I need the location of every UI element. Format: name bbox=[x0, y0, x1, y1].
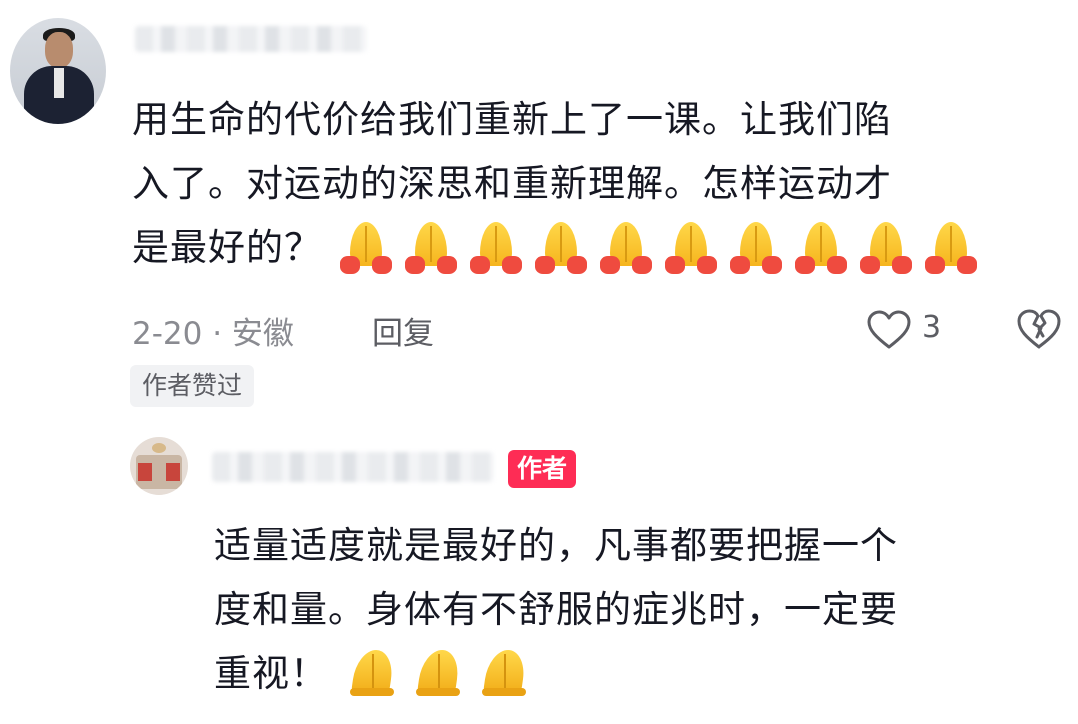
author-liked-badge: 作者赞过 bbox=[130, 365, 255, 407]
author-avatar[interactable] bbox=[130, 437, 188, 495]
avatar-lamp bbox=[152, 443, 166, 453]
reply-line-text: 重视！ bbox=[214, 652, 328, 695]
folded-hands-icon bbox=[925, 220, 977, 276]
folded-hands-icon bbox=[478, 648, 530, 700]
comment-line: 用生命的代价给我们重新上了一课。让我们陷 bbox=[132, 98, 892, 141]
author-name-blurred[interactable] bbox=[212, 452, 494, 482]
comment-date-location: 2-20 · 安徽 bbox=[132, 316, 294, 352]
reply-line: 重视！ bbox=[214, 642, 1034, 708]
reply-line: 适量适度就是最好的，凡事都要把握一个 bbox=[214, 524, 898, 567]
avatar-decor bbox=[166, 463, 180, 481]
reply-line: 度和量。身体有不舒服的症兆时，一定要 bbox=[214, 588, 898, 631]
author-badge: 作者 bbox=[508, 450, 577, 488]
folded-hands-icon bbox=[340, 220, 392, 276]
folded-hands-icon bbox=[730, 220, 782, 276]
emoji-group bbox=[340, 218, 990, 282]
avatar-shirt bbox=[54, 68, 64, 98]
comment-body: 用生命的代价给我们重新上了一课。让我们陷 入了。对运动的深思和重新理解。怎样运动… bbox=[132, 88, 1032, 282]
heart-outline-icon[interactable] bbox=[866, 310, 912, 350]
folded-hands-icon bbox=[470, 220, 522, 276]
reply-button[interactable]: 回复 bbox=[372, 308, 434, 353]
commenter-avatar[interactable] bbox=[10, 18, 106, 124]
commenter-name-blurred[interactable] bbox=[135, 26, 367, 52]
avatar-decor bbox=[138, 463, 152, 481]
reply-body: 适量适度就是最好的，凡事都要把握一个 度和量。身体有不舒服的症兆时，一定要 重视… bbox=[214, 514, 1034, 708]
like-count: 3 bbox=[922, 310, 942, 345]
comment-line: 入了。对运动的深思和重新理解。怎样运动才 bbox=[132, 162, 892, 205]
folded-hands-icon bbox=[860, 220, 912, 276]
broken-heart-outline-icon[interactable] bbox=[1016, 308, 1062, 350]
folded-hands-icon bbox=[412, 648, 464, 700]
folded-hands-icon bbox=[346, 648, 398, 700]
folded-hands-icon bbox=[795, 220, 847, 276]
folded-hands-icon bbox=[600, 220, 652, 276]
folded-hands-icon bbox=[535, 220, 587, 276]
emoji-group bbox=[346, 644, 544, 708]
folded-hands-icon bbox=[405, 220, 457, 276]
comment-line: 是最好的？ bbox=[132, 216, 1032, 282]
avatar-face bbox=[45, 32, 73, 68]
folded-hands-icon bbox=[665, 220, 717, 276]
comment-line-text: 是最好的？ bbox=[132, 226, 322, 269]
